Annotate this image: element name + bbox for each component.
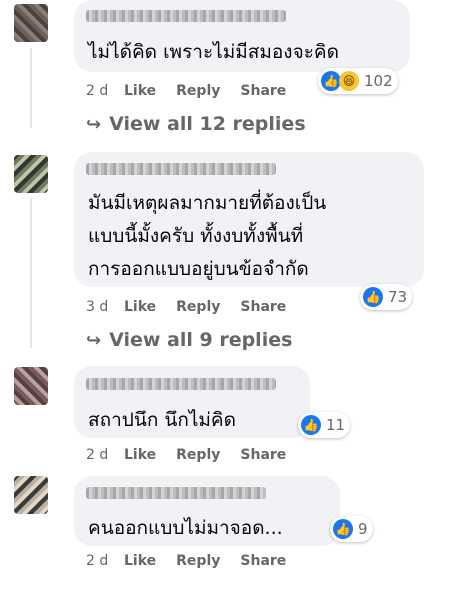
- view-replies-label: View all 12 replies: [109, 113, 306, 135]
- like-button[interactable]: Like: [124, 447, 156, 463]
- avatar[interactable]: [14, 476, 48, 514]
- thread-line: [30, 48, 32, 128]
- thumbs-up-icon: 👍: [321, 71, 341, 91]
- reply-arrow-icon: ↪: [86, 329, 102, 351]
- reaction-count: 11: [326, 416, 346, 434]
- reply-arrow-icon: ↪: [86, 113, 102, 135]
- commenter-name[interactable]: [86, 10, 286, 22]
- comment-text-line: แบบนี้มั้งครับ ทั้งงบทั้งพื้นที่: [88, 225, 304, 247]
- comment-text-line: การออกแบบอยู่บนข้อจำกัด: [88, 258, 309, 280]
- commenter-name[interactable]: [86, 163, 276, 175]
- timestamp[interactable]: 2 d: [86, 447, 124, 463]
- view-replies-link[interactable]: ↪ View all 12 replies: [86, 113, 306, 135]
- reply-button[interactable]: Reply: [176, 447, 220, 463]
- timestamp[interactable]: 2 d: [86, 553, 124, 569]
- view-replies-label: View all 9 replies: [109, 329, 293, 351]
- reaction-summary[interactable]: 👍 11: [298, 412, 351, 438]
- reaction-summary[interactable]: 👍 73: [360, 284, 413, 310]
- comment-text-line: มันมีเหตุผลมากมายที่ต้องเป็น: [88, 192, 327, 214]
- reply-button[interactable]: Reply: [176, 299, 220, 315]
- commenter-name[interactable]: [86, 378, 276, 390]
- reaction-count: 102: [364, 72, 393, 90]
- comment-text: คนออกแบบไม่มาจอด...: [88, 517, 283, 539]
- reaction-count: 73: [388, 288, 408, 306]
- comment-actions: 2 d Like Reply Share: [86, 447, 306, 463]
- share-button[interactable]: Share: [240, 447, 286, 463]
- avatar[interactable]: [14, 4, 48, 42]
- reply-button[interactable]: Reply: [176, 83, 220, 99]
- thread-line: [30, 198, 32, 348]
- thumbs-up-icon: 👍: [363, 287, 383, 307]
- share-button[interactable]: Share: [240, 299, 286, 315]
- comment-actions: 2 d Like Reply Share: [86, 553, 306, 569]
- like-button[interactable]: Like: [124, 299, 156, 315]
- share-button[interactable]: Share: [240, 83, 286, 99]
- thumbs-up-icon: 👍: [301, 415, 321, 435]
- laughing-face-icon: 😆: [339, 71, 359, 91]
- reaction-summary[interactable]: 👍 😆 102: [318, 68, 398, 94]
- avatar[interactable]: [14, 155, 48, 193]
- like-button[interactable]: Like: [124, 83, 156, 99]
- like-button[interactable]: Like: [124, 553, 156, 569]
- timestamp[interactable]: 2 d: [86, 83, 124, 99]
- comment-text: สถาปนึก นึกไม่คิด: [88, 409, 236, 431]
- reaction-count: 9: [358, 520, 368, 538]
- share-button[interactable]: Share: [240, 553, 286, 569]
- reaction-summary[interactable]: 👍 9: [330, 516, 373, 542]
- thumbs-up-icon: 👍: [333, 519, 353, 539]
- view-replies-link[interactable]: ↪ View all 9 replies: [86, 329, 292, 351]
- timestamp[interactable]: 3 d: [86, 299, 124, 315]
- reply-button[interactable]: Reply: [176, 553, 220, 569]
- comment-text: ไม่ได้คิด เพราะไม่มีสมองจะคิด: [88, 41, 339, 63]
- commenter-name[interactable]: [86, 487, 266, 499]
- comment-actions: 3 d Like Reply Share: [86, 299, 306, 315]
- avatar[interactable]: [14, 367, 48, 405]
- comment-actions: 2 d Like Reply Share: [86, 83, 306, 99]
